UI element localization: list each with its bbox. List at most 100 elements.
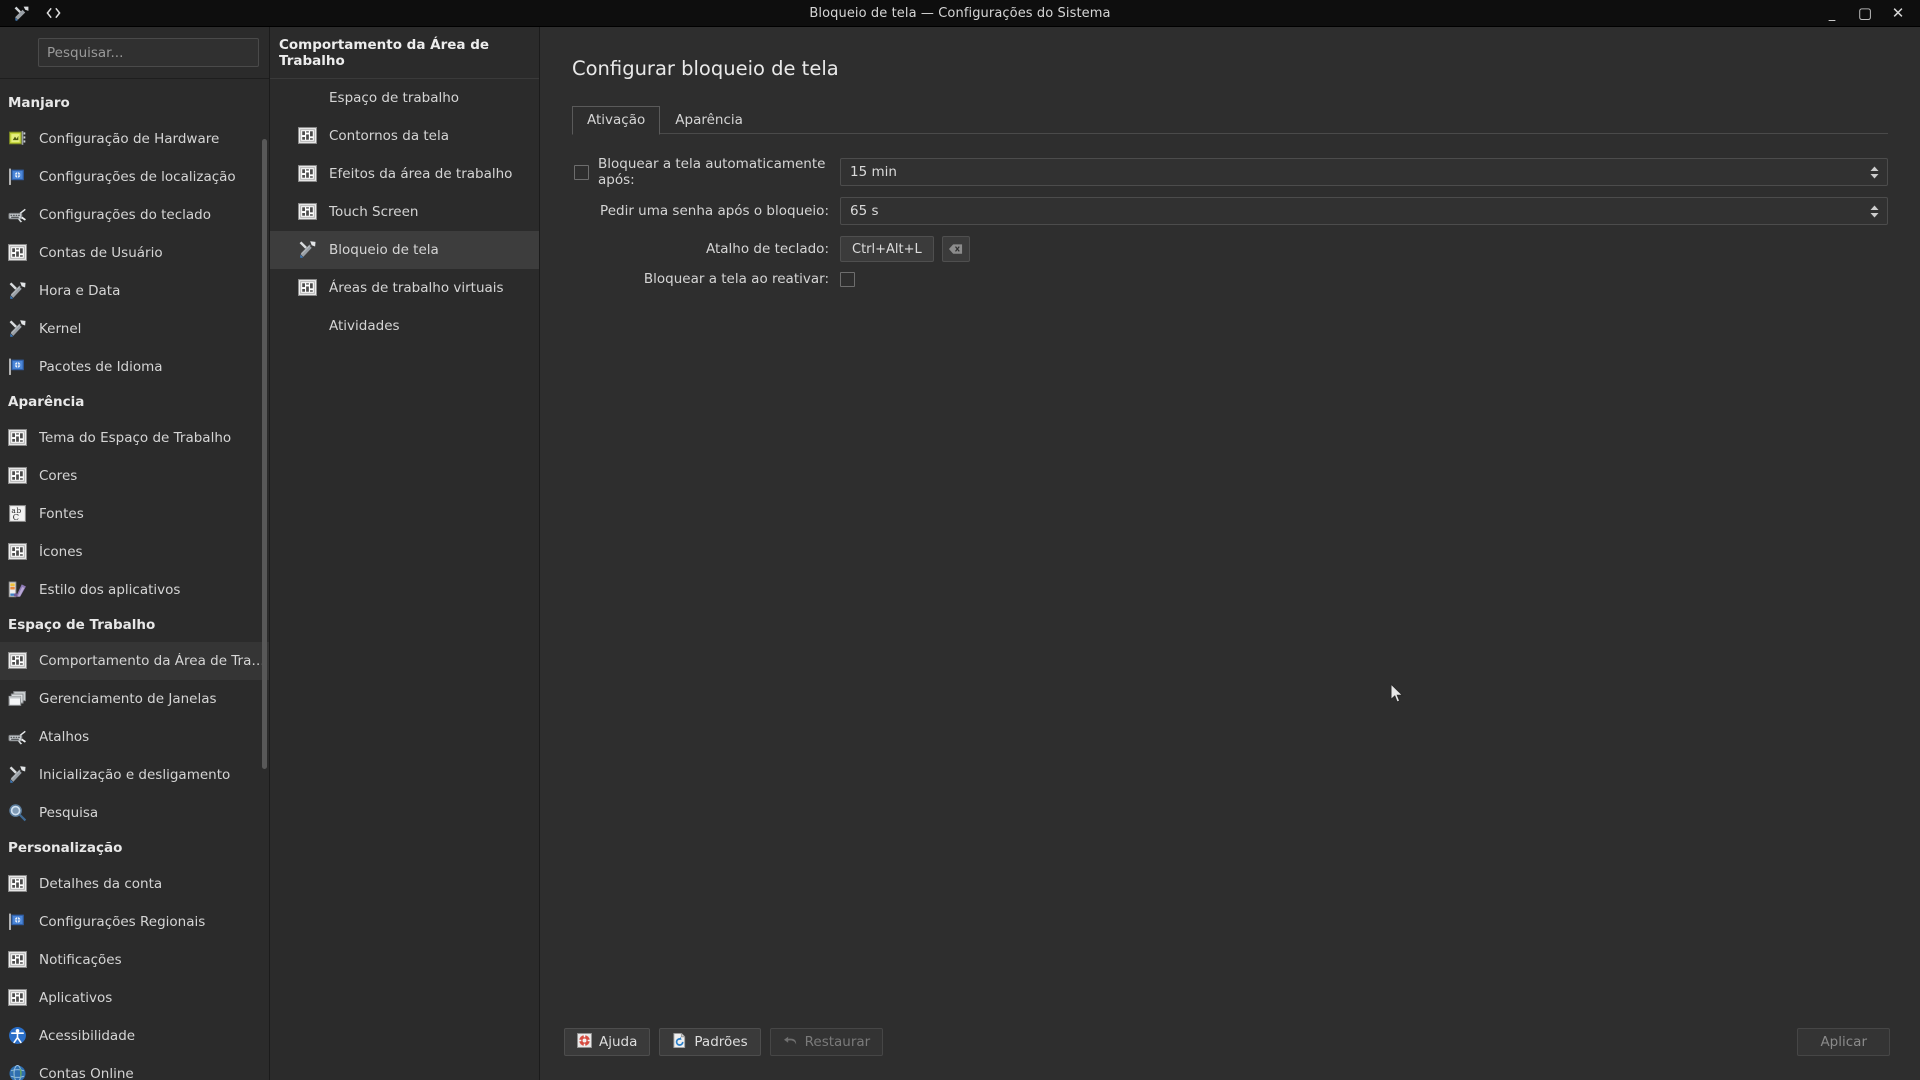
category-item[interactable]: Espaço de trabalho <box>270 79 539 117</box>
search-input[interactable] <box>38 38 259 67</box>
sidebar-item[interactable]: Estilo dos aplicativos <box>0 571 269 609</box>
sidebar-item-label: Cores <box>39 468 78 484</box>
globe-icon <box>8 1064 28 1080</box>
auto-lock-label: Bloquear a tela automaticamente após: <box>598 156 826 188</box>
password-delay-value: 65 s <box>850 203 879 219</box>
lock-on-resume-row: Bloquear a tela ao reativar: <box>572 271 1888 287</box>
sidebar-item-label: Atalhos <box>39 729 90 745</box>
help-icon <box>577 1032 592 1052</box>
defaults-button[interactable]: Padrões <box>659 1028 761 1056</box>
sliders-icon <box>8 874 28 894</box>
sidebar-item-label: Configurações de localização <box>39 169 236 185</box>
keyboard-icon <box>8 727 28 747</box>
password-delay-combobox[interactable]: 65 s <box>840 197 1888 225</box>
sidebar-item-label: Configuração de Hardware <box>39 131 220 147</box>
sidebar-item-label: Tema do Espaço de Trabalho <box>39 430 232 446</box>
apply-button: Aplicar <box>1797 1028 1890 1056</box>
category-item[interactable]: Contornos da tela <box>270 117 539 155</box>
sidebar-item[interactable]: Configurações Regionais <box>0 903 269 941</box>
shortcut-label: Atalho de teclado: <box>705 241 829 257</box>
category-item[interactable]: Bloqueio de tela <box>270 231 539 269</box>
sidebar-item[interactable]: Gerenciamento de Janelas <box>0 680 269 718</box>
tools-icon <box>8 281 28 301</box>
footer-button-bar: Ajuda Padrões Restaurar Aplicar <box>540 1018 1920 1080</box>
undo-icon <box>783 1034 798 1051</box>
flag-icon <box>8 167 28 187</box>
sidebar-item[interactable]: Notificações <box>0 941 269 979</box>
clear-shortcut-button[interactable] <box>941 236 970 262</box>
sidebar-item[interactable]: Hora e Data <box>0 272 269 310</box>
sidebar-item[interactable]: Ícones <box>0 533 269 571</box>
sidebar-item[interactable]: Aplicativos <box>0 979 269 1017</box>
sidebar-item[interactable]: Atalhos <box>0 718 269 756</box>
shortcut-row: Atalho de teclado: Ctrl+Alt+L <box>572 236 1888 262</box>
sliders-icon <box>8 243 28 263</box>
sidebar-scroll-area[interactable]: Manjaro Configuração de Hardware Configura… <box>0 79 269 1080</box>
sidebar-item[interactable]: Detalhes da conta <box>0 865 269 903</box>
sidebar-group-header: Manjaro <box>8 95 70 111</box>
sidebar-group-header: Espaço de Trabalho <box>8 617 156 633</box>
maximize-button[interactable]: ▢ <box>1857 5 1873 21</box>
sliders-icon <box>8 428 28 448</box>
sidebar-item[interactable]: a b C Fontes <box>0 495 269 533</box>
sidebar-item[interactable]: Pacotes de Idioma <box>0 348 269 386</box>
auto-lock-checkbox[interactable] <box>574 164 589 180</box>
lock-on-resume-label: Bloquear a tela ao reativar: <box>643 271 829 287</box>
sidebar-item[interactable]: Cores <box>0 457 269 495</box>
password-delay-spinner-icon[interactable] <box>1868 204 1881 219</box>
defaults-button-label: Padrões <box>694 1034 748 1050</box>
svg-text:C: C <box>13 512 19 522</box>
sidebar-item-label: Kernel <box>39 321 82 337</box>
sidebar-item-label: Fontes <box>39 506 84 522</box>
category-item-label: Atividades <box>329 318 400 334</box>
sidebar-item[interactable]: Pesquisa <box>0 794 269 832</box>
sidebar-item[interactable]: Configurações do teclado <box>0 196 269 234</box>
sidebar-item-label: Configurações do teclado <box>39 207 211 223</box>
category-item-label: Touch Screen <box>329 204 419 220</box>
font-icon: abC <box>8 504 28 524</box>
category-pane: Comportamento da Área de Trabalho Espaço… <box>270 27 540 1080</box>
category-item[interactable]: Atividades <box>270 307 539 345</box>
sliders-icon <box>8 950 28 970</box>
flag-icon <box>8 357 28 377</box>
window-title: Bloqueio de tela — Configurações do Sist… <box>809 5 1111 21</box>
sidebar-item[interactable]: Contas Online <box>0 1055 269 1080</box>
lock-on-resume-checkbox[interactable] <box>840 271 855 287</box>
sidebar-item[interactable]: Configuração de Hardware <box>0 120 269 158</box>
accessibility-icon <box>8 1026 28 1046</box>
category-item[interactable]: Touch Screen <box>270 193 539 231</box>
sidebar-scrollbar-thumb[interactable] <box>262 139 267 769</box>
category-item[interactable]: Áreas de trabalho virtuais <box>270 269 539 307</box>
sidebar-item[interactable]: Comportamento da Área de Trab... <box>0 642 269 680</box>
settings-form: Bloquear a tela automaticamente após: 15… <box>572 156 1888 287</box>
sidebar-item-label: Detalhes da conta <box>39 876 163 892</box>
window-controls: _ ▢ ✕ <box>1824 5 1920 21</box>
category-item[interactable]: Efeitos da área de trabalho <box>270 155 539 193</box>
tab-ativacao[interactable]: Ativação <box>572 106 661 135</box>
close-button[interactable]: ✕ <box>1890 5 1906 21</box>
minimize-button[interactable]: _ <box>1824 8 1840 21</box>
auto-lock-label-wrap: Bloquear a tela automaticamente após: <box>572 156 840 188</box>
auto-lock-combobox[interactable]: 15 min <box>840 158 1888 186</box>
reset-button: Restaurar <box>769 1028 884 1056</box>
palette-icon <box>8 580 28 600</box>
category-item-label: Áreas de trabalho virtuais <box>329 280 504 296</box>
sidebar-item[interactable]: Acessibilidade <box>0 1017 269 1055</box>
sliders-icon <box>8 651 28 671</box>
tab-aparencia[interactable]: Aparência <box>660 106 758 134</box>
flag-icon <box>8 912 28 932</box>
help-button[interactable]: Ajuda <box>564 1028 651 1056</box>
auto-lock-spinner-icon[interactable] <box>1868 165 1881 180</box>
sidebar-item[interactable]: Contas de Usuário <box>0 234 269 272</box>
sidebar-item[interactable]: Inicialização e desligamento <box>0 756 269 794</box>
shortcut-button[interactable]: Ctrl+Alt+L <box>840 236 934 262</box>
tools-icon <box>8 765 28 785</box>
sliders-icon <box>8 542 28 562</box>
sidebar-item[interactable]: Configurações de localização <box>0 158 269 196</box>
sidebar-item[interactable]: Kernel <box>0 310 269 348</box>
sidebar-item[interactable]: Tema do Espaço de Trabalho <box>0 419 269 457</box>
tools-icon <box>12 4 30 22</box>
hardware-icon <box>8 129 28 149</box>
sidebar-item-label: Estilo dos aplicativos <box>39 582 181 598</box>
sidebar-scrollbar[interactable] <box>262 139 267 1080</box>
